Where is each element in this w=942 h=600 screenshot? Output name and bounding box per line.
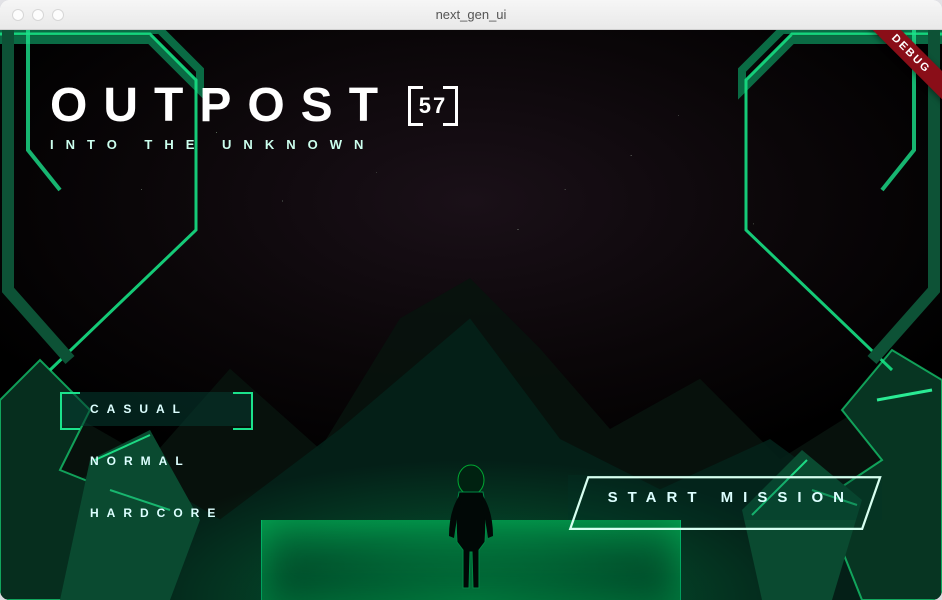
window-title: next_gen_ui xyxy=(0,7,942,22)
start-mission-label: START MISSION xyxy=(608,489,854,506)
start-mission-button[interactable]: START MISSION xyxy=(568,475,882,520)
game-title-main: OUTPOST xyxy=(50,78,394,133)
game-title-badge: 57 xyxy=(408,89,458,123)
foreground-rocks-right xyxy=(722,340,942,600)
minimize-window-icon[interactable] xyxy=(32,9,44,21)
titlebar: next_gen_ui xyxy=(0,0,942,30)
astronaut-silhouette xyxy=(441,462,501,592)
difficulty-menu: CASUAL NORMAL HARDCORE xyxy=(62,392,251,530)
title-block: OUTPOST 57 INTO THE UNKNOWN xyxy=(50,78,458,152)
difficulty-option-hardcore[interactable]: HARDCORE xyxy=(62,496,251,530)
zoom-window-icon[interactable] xyxy=(52,9,64,21)
difficulty-label: NORMAL xyxy=(90,454,191,468)
game-viewport: DEBUG OUTPOST 57 INTO THE UNKNOWN CASUAL… xyxy=(0,30,942,600)
app-window: next_gen_ui xyxy=(0,0,942,600)
difficulty-label: CASUAL xyxy=(90,402,188,416)
game-subtitle: INTO THE UNKNOWN xyxy=(50,137,458,152)
close-window-icon[interactable] xyxy=(12,9,24,21)
game-title-row: OUTPOST 57 xyxy=(50,78,458,133)
difficulty-option-casual[interactable]: CASUAL xyxy=(62,392,251,426)
traffic-lights xyxy=(12,9,64,21)
difficulty-label: HARDCORE xyxy=(90,506,223,520)
difficulty-option-normal[interactable]: NORMAL xyxy=(62,444,251,478)
